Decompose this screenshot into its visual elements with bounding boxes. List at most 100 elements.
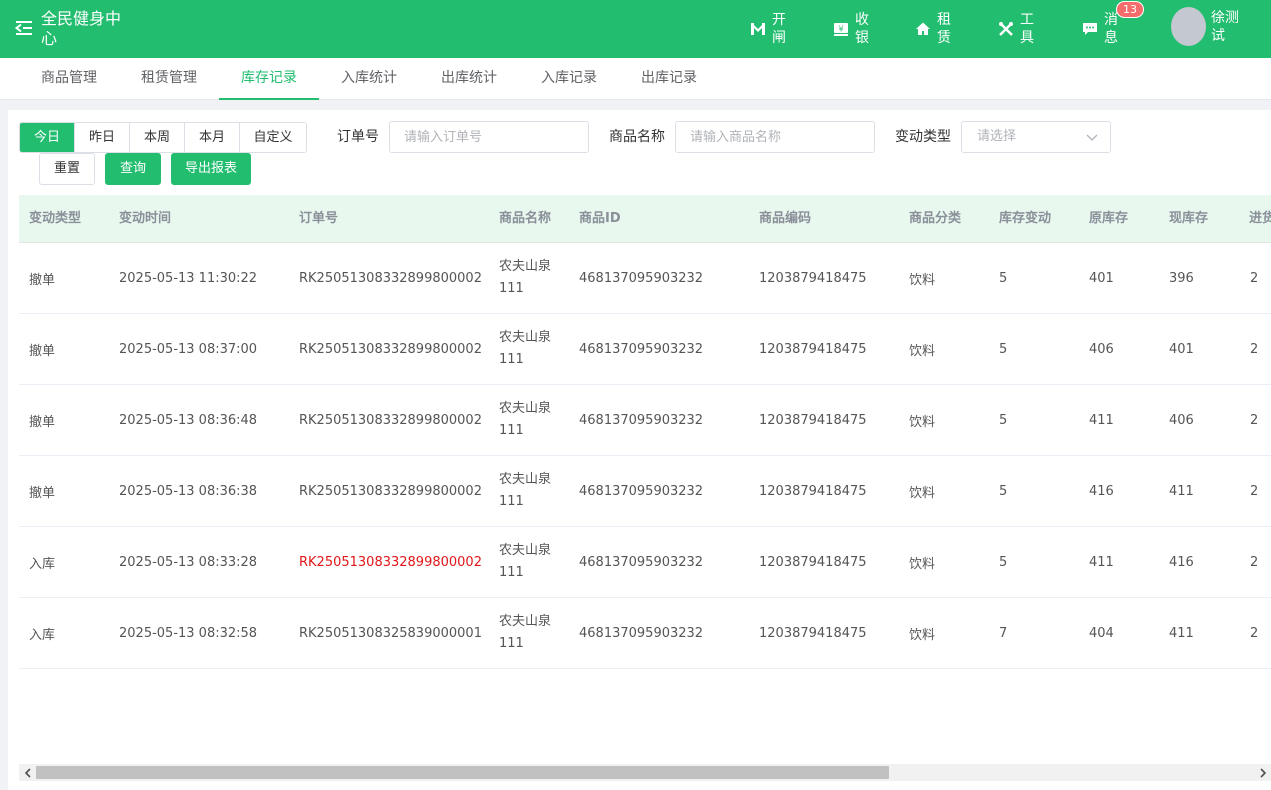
tab-product-management[interactable]: 商品管理 [41, 58, 97, 100]
change-type-label: 变动类型 [895, 129, 951, 145]
table-row[interactable]: 撤单 2025-05-13 08:37:00 RK25051308332899800… [19, 314, 1271, 385]
home-icon [915, 21, 931, 37]
date-today-button[interactable]: 今日 [20, 123, 75, 152]
cell-order-number: RK25051308332899800002 [299, 412, 482, 428]
table-row[interactable]: 入库 2025-05-13 08:33:28 RK25051308332899800… [19, 527, 1271, 598]
scroll-right-icon[interactable] [1254, 764, 1271, 781]
cell-original-stock: 401 [1089, 270, 1114, 286]
cell-purchase: 2 [1250, 412, 1259, 428]
cell-product-name: 农夫山泉111 [499, 472, 552, 509]
change-type-placeholder: 请选择 [977, 129, 1017, 144]
username[interactable]: 徐测试 [1211, 9, 1241, 45]
search-button[interactable]: 查询 [105, 153, 161, 185]
cell-current-stock: 411 [1169, 625, 1194, 641]
scrollbar-thumb[interactable] [36, 766, 889, 779]
col-product-code[interactable]: 商品编码 [759, 195, 811, 243]
cell-product-category: 饮料 [909, 485, 936, 501]
cell-product-id: 468137095903232 [579, 412, 704, 428]
cell-order-number: RK25051308332899800002 [299, 341, 482, 357]
order-number-input[interactable] [389, 121, 589, 153]
tab-inbound-records[interactable]: 入库记录 [541, 58, 597, 100]
tab-outbound-stats[interactable]: 出库统计 [441, 58, 497, 100]
cell-purchase: 2 [1250, 625, 1259, 641]
col-stock-change[interactable]: 库存变动 [999, 195, 1051, 243]
table-row[interactable]: 撤单 2025-05-13 08:36:48 RK25051308332899800… [19, 385, 1271, 456]
horizontal-scrollbar[interactable] [19, 764, 1271, 781]
tab-rental-management[interactable]: 租赁管理 [141, 58, 197, 100]
col-change-type[interactable]: 变动类型 [29, 195, 81, 243]
cell-current-stock: 411 [1169, 483, 1194, 499]
col-order-number[interactable]: 订单号 [299, 195, 338, 243]
cell-product-code: 1203879418475 [759, 554, 867, 570]
tab-inbound-stats[interactable]: 入库统计 [341, 58, 397, 100]
tab-outbound-records[interactable]: 出库记录 [641, 58, 697, 100]
cell-change-time: 2025-05-13 08:37:00 [119, 341, 258, 357]
cell-product-code: 1203879418475 [759, 341, 867, 357]
cell-order-number: RK25051308325839000001 [299, 625, 482, 641]
cell-purchase: 2 [1250, 483, 1259, 499]
nav-messages[interactable]: 消息 [1082, 10, 1120, 48]
scroll-left-icon[interactable] [19, 764, 36, 781]
nav-messages-label: 消息 [1104, 12, 1118, 46]
message-count-badge: 13 [1116, 1, 1144, 18]
cell-product-category: 饮料 [909, 343, 936, 359]
cell-product-code: 1203879418475 [759, 483, 867, 499]
col-product-id[interactable]: 商品ID [579, 195, 621, 243]
change-type-select[interactable]: 请选择 [961, 121, 1111, 153]
cell-stock-change: 5 [999, 554, 1008, 570]
date-this-week-button[interactable]: 本周 [130, 123, 185, 152]
cell-product-name: 农夫山泉111 [499, 330, 552, 367]
table-row[interactable]: 撤单 2025-05-13 08:36:38 RK25051308332899800… [19, 456, 1271, 527]
cell-purchase: 2 [1250, 341, 1259, 357]
svg-text:¥: ¥ [838, 25, 843, 34]
cell-change-type: 撤单 [29, 272, 56, 288]
cell-purchase: 2 [1250, 270, 1259, 286]
nav-cashier[interactable]: ¥ 收银 [833, 10, 871, 48]
nav-gate[interactable]: 开闸 [750, 10, 788, 48]
cell-stock-change: 5 [999, 270, 1008, 286]
cell-stock-change: 5 [999, 341, 1008, 357]
product-name-input[interactable] [675, 121, 875, 153]
cell-product-id: 468137095903232 [579, 554, 704, 570]
cell-change-type: 撤单 [29, 343, 56, 359]
tab-bar: 商品管理 租赁管理 库存记录 入库统计 出库统计 入库记录 出库记录 [0, 58, 1271, 100]
col-current-stock[interactable]: 现库存 [1169, 195, 1208, 243]
reset-button[interactable]: 重置 [39, 153, 95, 185]
col-product-name[interactable]: 商品名称 [499, 195, 551, 243]
cell-product-name: 农夫山泉111 [499, 401, 552, 438]
col-original-stock[interactable]: 原库存 [1089, 195, 1128, 243]
cell-product-category: 饮料 [909, 627, 936, 643]
cell-product-category: 饮料 [909, 414, 936, 430]
date-yesterday-button[interactable]: 昨日 [75, 123, 130, 152]
cell-product-name: 农夫山泉111 [499, 614, 552, 651]
cell-stock-change: 5 [999, 412, 1008, 428]
cell-current-stock: 396 [1169, 270, 1194, 286]
chevron-down-icon [1086, 134, 1098, 141]
cell-original-stock: 416 [1089, 483, 1114, 499]
cell-product-code: 1203879418475 [759, 412, 867, 428]
nav-rental[interactable]: 租赁 [915, 10, 953, 48]
menu-collapse-icon[interactable] [14, 18, 34, 38]
export-report-button[interactable]: 导出报表 [171, 153, 251, 185]
date-this-month-button[interactable]: 本月 [185, 123, 240, 152]
cell-order-number: RK25051308332899800002 [299, 554, 482, 570]
cell-original-stock: 406 [1089, 341, 1114, 357]
message-icon [1082, 21, 1098, 37]
cell-change-time: 2025-05-13 08:33:28 [119, 554, 258, 570]
cell-order-number: RK25051308332899800002 [299, 483, 482, 499]
table-row[interactable]: 撤单 2025-05-13 11:30:22 RK25051308332899800… [19, 243, 1271, 314]
col-product-category[interactable]: 商品分类 [909, 195, 961, 243]
date-custom-button[interactable]: 自定义 [240, 123, 306, 152]
cell-original-stock: 404 [1089, 625, 1114, 641]
cell-purchase: 2 [1250, 554, 1259, 570]
tools-icon [998, 21, 1014, 37]
table-header: 变动类型 变动时间 订单号 商品名称 商品ID 商品编码 商品分类 库存变动 原… [19, 195, 1271, 243]
tab-stock-records[interactable]: 库存记录 [219, 58, 319, 100]
avatar[interactable] [1171, 7, 1206, 46]
col-purchase[interactable]: 进货 [1249, 195, 1271, 243]
cell-change-time: 2025-05-13 08:36:48 [119, 412, 258, 428]
col-change-time[interactable]: 变动时间 [119, 195, 171, 243]
nav-tools[interactable]: 工具 [998, 10, 1036, 48]
cell-change-time: 2025-05-13 11:30:22 [119, 270, 258, 286]
table-row[interactable]: 入库 2025-05-13 08:32:58 RK25051308325839000… [19, 598, 1271, 669]
